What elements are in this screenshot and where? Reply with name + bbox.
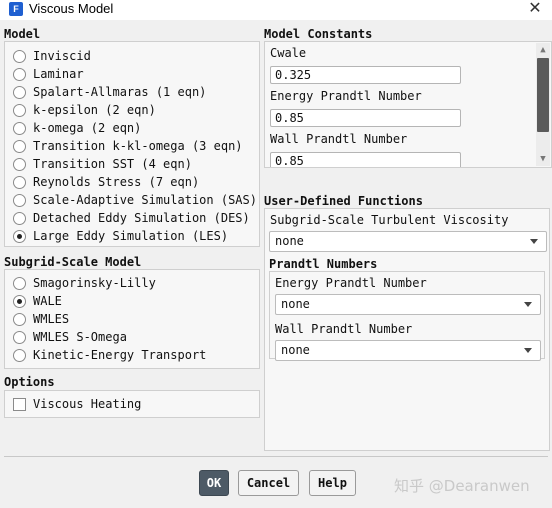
subgrid-option-label: Kinetic-Energy Transport bbox=[33, 348, 207, 362]
scroll-up-icon[interactable]: ▲ bbox=[536, 43, 550, 57]
model-option-des[interactable]: Detached Eddy Simulation (DES) bbox=[13, 209, 250, 227]
udf-wall-prandtl-select[interactable]: none bbox=[275, 340, 541, 361]
wall-prandtl-input[interactable] bbox=[270, 152, 461, 167]
model-option-laminar[interactable]: Laminar bbox=[13, 65, 84, 83]
viscous-heating-option[interactable]: Viscous Heating bbox=[13, 395, 141, 413]
options-section-title: Options bbox=[4, 375, 55, 389]
title-bar: F Viscous Model ✕ bbox=[0, 0, 552, 20]
subgrid-option-wmles-s-omega[interactable]: WMLES S-Omega bbox=[13, 328, 127, 346]
model-option-spalart-allmaras[interactable]: Spalart-Allmaras (1 eqn) bbox=[13, 83, 206, 101]
radio-button[interactable] bbox=[13, 348, 26, 362]
radio-button[interactable] bbox=[13, 175, 26, 189]
radio-button-selected[interactable] bbox=[13, 229, 26, 243]
constants-scroll-panel[interactable]: Cwale Energy Prandtl Number Wall Prandtl… bbox=[264, 41, 552, 168]
model-option-label: Spalart-Allmaras (1 eqn) bbox=[33, 85, 207, 99]
model-option-label: k-epsilon (2 eqn) bbox=[33, 103, 156, 117]
subgrid-group: Smagorinsky-Lilly WALE WMLES WMLES S-Ome… bbox=[4, 269, 260, 369]
model-option-inviscid[interactable]: Inviscid bbox=[13, 47, 91, 65]
subgrid-option-label: WMLES bbox=[33, 312, 70, 326]
udf-group: Subgrid-Scale Turbulent Viscosity none P… bbox=[264, 208, 550, 451]
chevron-down-icon bbox=[530, 239, 538, 244]
radio-button[interactable] bbox=[13, 157, 26, 171]
close-icon[interactable]: ✕ bbox=[524, 0, 546, 19]
subgrid-option-label: WMLES S-Omega bbox=[33, 330, 127, 344]
wall-prandtl-label: Wall Prandtl Number bbox=[270, 132, 408, 146]
constants-scrollbar[interactable]: ▲ ▼ bbox=[536, 43, 550, 166]
viscous-heating-checkbox[interactable] bbox=[13, 397, 26, 411]
subgrid-viscosity-label: Subgrid-Scale Turbulent Viscosity bbox=[270, 213, 509, 227]
radio-button-selected[interactable] bbox=[13, 294, 26, 308]
radio-button[interactable] bbox=[13, 312, 26, 326]
radio-button[interactable] bbox=[13, 49, 26, 63]
model-option-label: Inviscid bbox=[33, 49, 91, 63]
model-option-label: Large Eddy Simulation (LES) bbox=[33, 229, 229, 243]
ok-button[interactable]: OK bbox=[199, 470, 229, 496]
cwale-input[interactable] bbox=[270, 66, 461, 84]
udf-energy-prandtl-select[interactable]: none bbox=[275, 294, 541, 315]
watermark: 知乎 @Dearanwen bbox=[394, 477, 530, 495]
model-option-les[interactable]: Large Eddy Simulation (LES) bbox=[13, 227, 228, 245]
scroll-down-icon[interactable]: ▼ bbox=[536, 152, 550, 166]
subgrid-viscosity-select[interactable]: none bbox=[269, 231, 547, 252]
radio-button[interactable] bbox=[13, 85, 26, 99]
radio-button[interactable] bbox=[13, 139, 26, 153]
button-bar-separator bbox=[4, 456, 548, 457]
viscous-heating-label: Viscous Heating bbox=[33, 397, 142, 411]
model-option-transition-k-kl-omega[interactable]: Transition k-kl-omega (3 eqn) bbox=[13, 137, 243, 155]
help-button[interactable]: Help bbox=[309, 470, 356, 496]
radio-button[interactable] bbox=[13, 121, 26, 135]
subgrid-option-label: Smagorinsky-Lilly bbox=[33, 276, 156, 290]
model-option-reynolds-stress[interactable]: Reynolds Stress (7 eqn) bbox=[13, 173, 199, 191]
model-option-sas[interactable]: Scale-Adaptive Simulation (SAS) bbox=[13, 191, 257, 209]
subgrid-option-smagorinsky-lilly[interactable]: Smagorinsky-Lilly bbox=[13, 274, 156, 292]
fluent-app-icon: F bbox=[9, 2, 23, 16]
options-group: Viscous Heating bbox=[4, 390, 260, 418]
radio-button[interactable] bbox=[13, 276, 26, 290]
model-option-k-omega[interactable]: k-omega (2 eqn) bbox=[13, 119, 141, 137]
constants-section-title: Model Constants bbox=[264, 27, 373, 41]
udf-section-title: User-Defined Functions bbox=[264, 194, 423, 208]
radio-button[interactable] bbox=[13, 211, 26, 225]
subgrid-option-kinetic-energy-transport[interactable]: Kinetic-Energy Transport bbox=[13, 346, 206, 364]
radio-button[interactable] bbox=[13, 330, 26, 344]
cancel-button[interactable]: Cancel bbox=[238, 470, 299, 496]
radio-button[interactable] bbox=[13, 67, 26, 81]
subgrid-section-title: Subgrid-Scale Model bbox=[4, 255, 142, 269]
scroll-thumb[interactable] bbox=[537, 58, 549, 132]
prandtl-numbers-group: Energy Prandtl Number none Wall Prandtl … bbox=[269, 271, 545, 361]
model-option-label: Laminar bbox=[33, 67, 84, 81]
radio-button[interactable] bbox=[13, 103, 26, 117]
udf-energy-prandtl-label: Energy Prandtl Number bbox=[275, 276, 427, 290]
model-section-title: Model bbox=[4, 27, 41, 41]
model-option-k-epsilon[interactable]: k-epsilon (2 eqn) bbox=[13, 101, 156, 119]
model-option-label: Detached Eddy Simulation (DES) bbox=[33, 211, 250, 225]
model-option-label: Transition SST (4 eqn) bbox=[33, 157, 192, 171]
subgrid-option-wale[interactable]: WALE bbox=[13, 292, 62, 310]
radio-button[interactable] bbox=[13, 193, 26, 207]
chevron-down-icon bbox=[524, 302, 532, 307]
energy-prandtl-label: Energy Prandtl Number bbox=[270, 89, 422, 103]
model-group: Inviscid Laminar Spalart-Allmaras (1 eqn… bbox=[4, 41, 260, 247]
energy-prandtl-input[interactable] bbox=[270, 109, 461, 127]
model-option-label: Scale-Adaptive Simulation (SAS) bbox=[33, 193, 257, 207]
model-option-label: Reynolds Stress (7 eqn) bbox=[33, 175, 200, 189]
model-option-label: k-omega (2 eqn) bbox=[33, 121, 142, 135]
udf-wall-prandtl-label: Wall Prandtl Number bbox=[275, 322, 413, 336]
udf-energy-prandtl-value: none bbox=[281, 297, 310, 311]
window-title: Viscous Model bbox=[29, 1, 114, 16]
subgrid-option-wmles[interactable]: WMLES bbox=[13, 310, 69, 328]
subgrid-option-label: WALE bbox=[33, 294, 62, 308]
subgrid-viscosity-value: none bbox=[275, 234, 304, 248]
udf-wall-prandtl-value: none bbox=[281, 343, 310, 357]
model-option-transition-sst[interactable]: Transition SST (4 eqn) bbox=[13, 155, 192, 173]
model-option-label: Transition k-kl-omega (3 eqn) bbox=[33, 139, 243, 153]
cwale-label: Cwale bbox=[270, 46, 307, 60]
chevron-down-icon bbox=[524, 348, 532, 353]
prandtl-numbers-title: Prandtl Numbers bbox=[269, 257, 378, 271]
